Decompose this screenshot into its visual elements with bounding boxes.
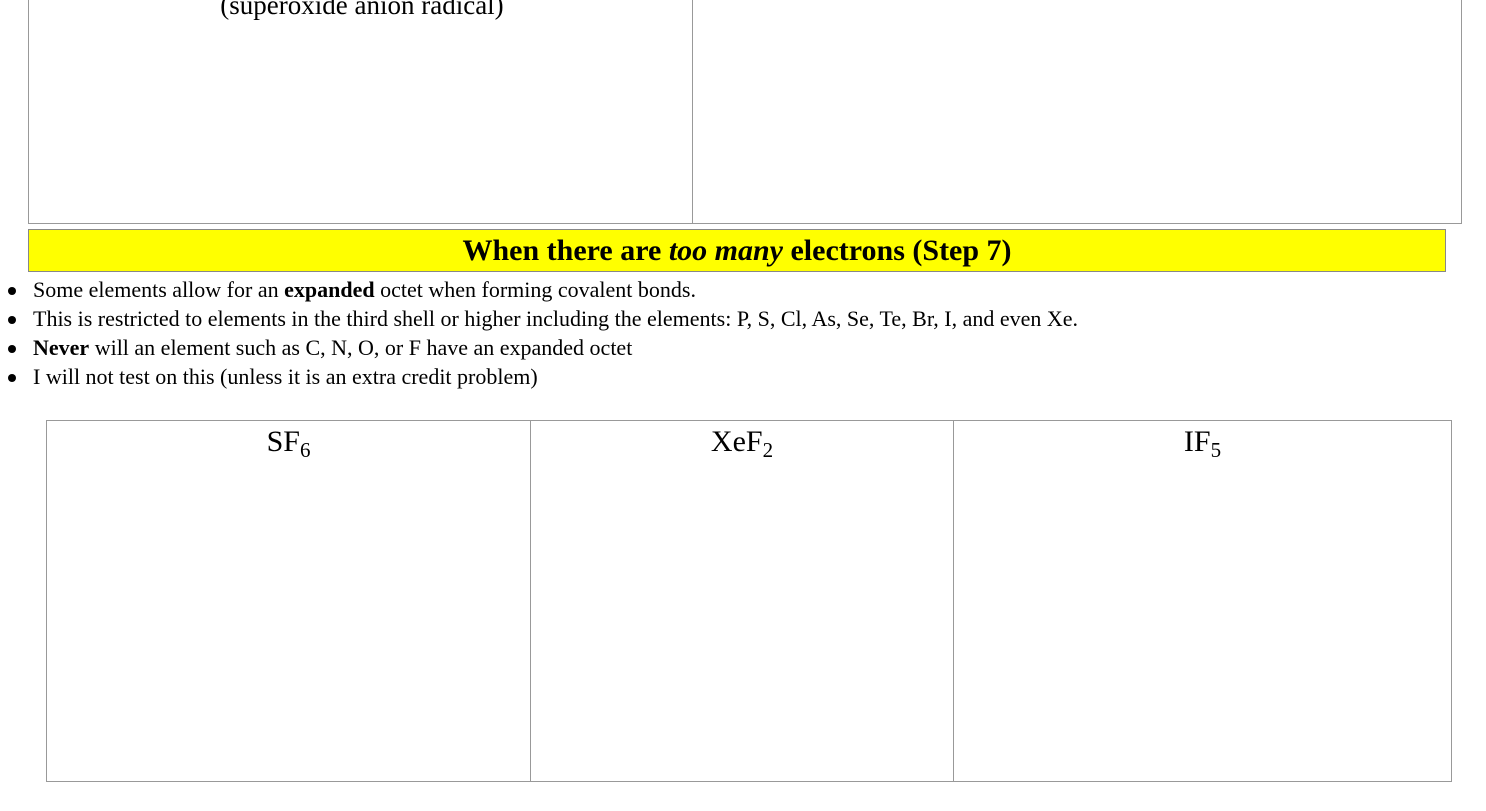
bullet-list: Some elements allow for an expanded octe… bbox=[0, 275, 1078, 391]
bullet-icon bbox=[8, 316, 16, 324]
banner-text-emphasis: too many bbox=[668, 234, 783, 267]
section-banner: When there are too many electrons (Step … bbox=[28, 229, 1446, 272]
bullet-icon bbox=[8, 287, 16, 295]
bullet-text: This is restricted to elements in the th… bbox=[33, 306, 1079, 331]
table-cell-superoxide: (superoxide anion radical) bbox=[29, 0, 693, 223]
superoxide-caption: (superoxide anion radical) bbox=[220, 0, 504, 20]
molecule-cell-sf6: SF6 bbox=[47, 421, 531, 781]
bullet-text: octet when forming covalent bonds. bbox=[374, 277, 696, 302]
molecule-table: SF6 XeF2 IF5 bbox=[46, 420, 1452, 782]
list-item: This is restricted to elements in the th… bbox=[0, 304, 1078, 333]
molecule-subscript: 2 bbox=[762, 438, 774, 462]
molecule-formula: IF bbox=[1183, 425, 1211, 458]
list-item: Never will an element such as C, N, O, o… bbox=[0, 333, 1078, 362]
bullet-text: Some elements allow for an bbox=[33, 277, 285, 302]
bullet-icon bbox=[8, 345, 16, 353]
table-cell-empty bbox=[693, 0, 1461, 223]
molecule-subscript: 5 bbox=[1210, 438, 1222, 462]
list-item: I will not test on this (unless it is an… bbox=[0, 362, 1078, 391]
structure-table-top: (superoxide anion radical) bbox=[28, 0, 1462, 224]
banner-text-1: When there are bbox=[462, 234, 669, 267]
bullet-bold-text: Never bbox=[33, 335, 90, 360]
molecule-cell-xef2: XeF2 bbox=[531, 421, 954, 781]
molecule-formula: SF bbox=[266, 425, 300, 458]
bullet-text: I will not test on this (unless it is an… bbox=[33, 364, 538, 389]
molecule-formula: XeF bbox=[710, 425, 763, 458]
banner-text-2: electrons (Step 7) bbox=[782, 234, 1012, 267]
bullet-text: will an element such as C, N, O, or F ha… bbox=[89, 335, 633, 360]
bullet-bold-text: expanded bbox=[284, 277, 375, 302]
bullet-icon bbox=[8, 374, 16, 382]
list-item: Some elements allow for an expanded octe… bbox=[0, 275, 1078, 304]
molecule-cell-if5: IF5 bbox=[954, 421, 1451, 781]
molecule-subscript: 6 bbox=[299, 438, 311, 462]
document-page: (superoxide anion radical) When there ar… bbox=[0, 0, 1486, 811]
